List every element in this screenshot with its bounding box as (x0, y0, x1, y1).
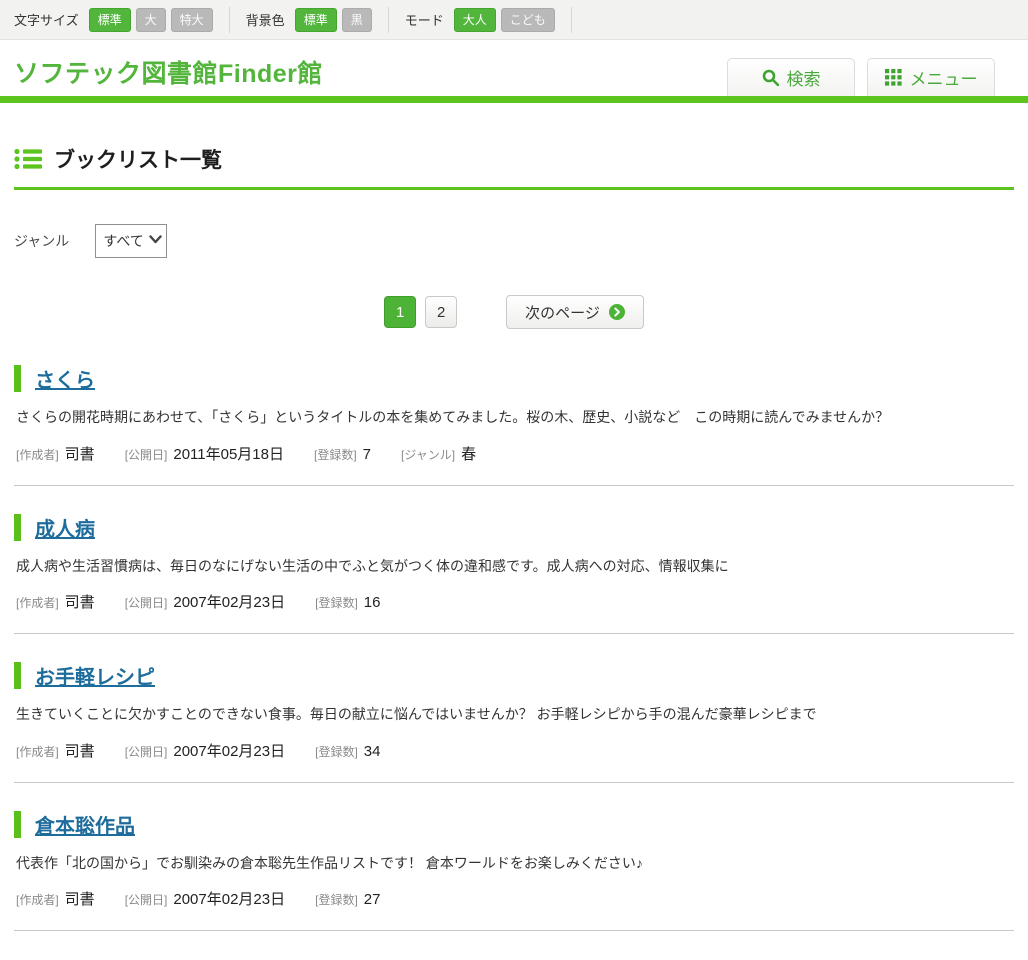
menu-grid-icon (885, 69, 902, 86)
meta-label: [作成者] (16, 446, 59, 463)
mode-adult-button[interactable]: 大人 (454, 8, 496, 32)
meta-label: [ジャンル] (401, 446, 455, 463)
title-accent-bar (14, 662, 21, 689)
book-list: さくら さくらの開花時期にあわせて、「さくら」というタイトルの本を集めてみました… (14, 337, 1014, 931)
book-list-meta: [作成者] 司書 [公開日] 2007年02月23日 [登録数] 34 (16, 740, 1014, 761)
arrow-right-circle-icon (609, 304, 625, 320)
meta-label: [作成者] (16, 743, 59, 760)
meta-label: [作成者] (16, 594, 59, 611)
meta-value: 34 (364, 743, 381, 760)
book-list-link[interactable]: さくら (35, 364, 95, 393)
meta-pair: [公開日] 2007年02月23日 (125, 591, 285, 612)
main-content: ブックリスト一覧 ジャンル すべて 1 2 次のページ さくら (14, 144, 1014, 931)
font-size-group: 文字サイズ 標準 大 特大 (14, 7, 230, 33)
font-size-label: 文字サイズ (14, 10, 79, 29)
book-list-link[interactable]: お手軽レシピ (35, 661, 155, 690)
meta-pair: [作成者] 司書 (16, 591, 95, 612)
menu-button[interactable]: メニュー (867, 58, 995, 96)
font-size-xlarge-button[interactable]: 特大 (171, 8, 213, 32)
meta-pair: [公開日] 2007年02月23日 (125, 740, 285, 761)
background-color-label: 背景色 (246, 10, 285, 29)
meta-label: [登録数] (315, 743, 358, 760)
list-icon (14, 148, 42, 170)
meta-value: 2007年02月23日 (173, 591, 285, 612)
meta-pair: [作成者] 司書 (16, 888, 95, 909)
meta-pair: [登録数] 34 (315, 743, 380, 760)
meta-pair: [作成者] 司書 (16, 443, 95, 464)
meta-label: [公開日] (125, 891, 168, 908)
meta-label: [登録数] (315, 594, 358, 611)
book-list-item: 倉本聡作品 代表作「北の国から」でお馴染みの倉本聡先生作品リストです！ 倉本ワー… (14, 783, 1014, 932)
meta-value: 司書 (65, 888, 95, 909)
bg-black-button[interactable]: 黒 (342, 8, 372, 32)
page-title: ブックリスト一覧 (54, 144, 222, 174)
bg-standard-button[interactable]: 標準 (295, 8, 337, 32)
book-list-link[interactable]: 成人病 (35, 513, 95, 542)
page-button-2[interactable]: 2 (425, 296, 457, 328)
meta-value: 春 (461, 443, 476, 464)
meta-value: 2007年02月23日 (173, 740, 285, 761)
meta-label: [公開日] (125, 743, 168, 760)
mode-kids-button[interactable]: こども (501, 8, 555, 32)
pagination: 1 2 次のページ (14, 295, 1014, 329)
font-size-standard-button[interactable]: 標準 (89, 8, 131, 32)
book-list-description: 代表作「北の国から」でお馴染みの倉本聡先生作品リストです！ 倉本ワールドをお楽し… (16, 854, 1014, 874)
site-title: ソフテック図書館Finder館 (14, 54, 323, 90)
meta-value: 2011年05月18日 (173, 443, 284, 464)
meta-label: [登録数] (315, 891, 358, 908)
genre-select[interactable]: すべて (95, 224, 167, 258)
meta-label: [登録数] (314, 446, 357, 463)
meta-value: 司書 (65, 591, 95, 612)
site-header: ソフテック図書館Finder館 検索 メニュー (0, 40, 1028, 103)
book-list-meta: [作成者] 司書 [公開日] 2007年02月23日 [登録数] 27 (16, 888, 1014, 909)
book-list-meta: [作成者] 司書 [公開日] 2011年05月18日 [登録数] 7 [ジャンル] 春 (16, 443, 1014, 464)
meta-label: [公開日] (125, 594, 168, 611)
meta-value: 司書 (65, 443, 95, 464)
accessibility-bar: 文字サイズ 標準 大 特大 背景色 標準 黒 モード 大人 こども (0, 0, 1028, 40)
meta-pair: [登録数] 16 (315, 594, 380, 611)
meta-value: 7 (363, 446, 371, 463)
mode-group: モード 大人 こども (389, 7, 572, 33)
book-list-item: さくら さくらの開花時期にあわせて、「さくら」というタイトルの本を集めてみました… (14, 337, 1014, 486)
next-page-button[interactable]: 次のページ (506, 295, 644, 329)
font-size-large-button[interactable]: 大 (136, 8, 166, 32)
meta-value: 27 (364, 891, 381, 908)
meta-value: 16 (364, 594, 381, 611)
search-button[interactable]: 検索 (727, 58, 855, 96)
title-accent-bar (14, 365, 21, 392)
title-accent-bar (14, 514, 21, 541)
meta-pair: [登録数] 7 (314, 446, 371, 463)
mode-label: モード (405, 10, 444, 29)
meta-value: 司書 (65, 740, 95, 761)
book-list-item: 成人病 成人病や生活習慣病は、毎日のなにげない生活の中でふと気がつく体の違和感で… (14, 486, 1014, 635)
book-list-description: 成人病や生活習慣病は、毎日のなにげない生活の中でふと気がつく体の違和感です。成人… (16, 557, 1014, 577)
meta-pair: [作成者] 司書 (16, 740, 95, 761)
meta-label: [作成者] (16, 891, 59, 908)
meta-pair: [登録数] 27 (315, 891, 380, 908)
book-list-meta: [作成者] 司書 [公開日] 2007年02月23日 [登録数] 16 (16, 591, 1014, 612)
title-accent-bar (14, 811, 21, 838)
page-button-1[interactable]: 1 (384, 296, 416, 328)
header-green-band (0, 96, 1028, 103)
book-list-description: さくらの開花時期にあわせて、「さくら」というタイトルの本を集めてみました。桜の木… (16, 408, 1014, 428)
book-list-link[interactable]: 倉本聡作品 (35, 810, 135, 839)
menu-button-label: メニュー (910, 65, 978, 90)
meta-pair: [公開日] 2011年05月18日 (125, 443, 284, 464)
search-button-label: 検索 (787, 65, 821, 90)
next-page-label: 次のページ (525, 302, 600, 323)
book-list-item: お手軽レシピ 生きていくことに欠かすことのできない食事。毎日の献立に悩んではいま… (14, 634, 1014, 783)
meta-pair: [公開日] 2007年02月23日 (125, 888, 285, 909)
book-list-description: 生きていくことに欠かすことのできない食事。毎日の献立に悩んではいませんか？ お手… (16, 705, 1014, 725)
meta-value: 2007年02月23日 (173, 888, 285, 909)
genre-label: ジャンル (14, 231, 69, 251)
background-color-group: 背景色 標準 黒 (230, 7, 389, 33)
search-icon (762, 69, 779, 86)
meta-pair: [ジャンル] 春 (401, 443, 476, 464)
title-underline (14, 187, 1014, 190)
meta-label: [公開日] (125, 446, 168, 463)
